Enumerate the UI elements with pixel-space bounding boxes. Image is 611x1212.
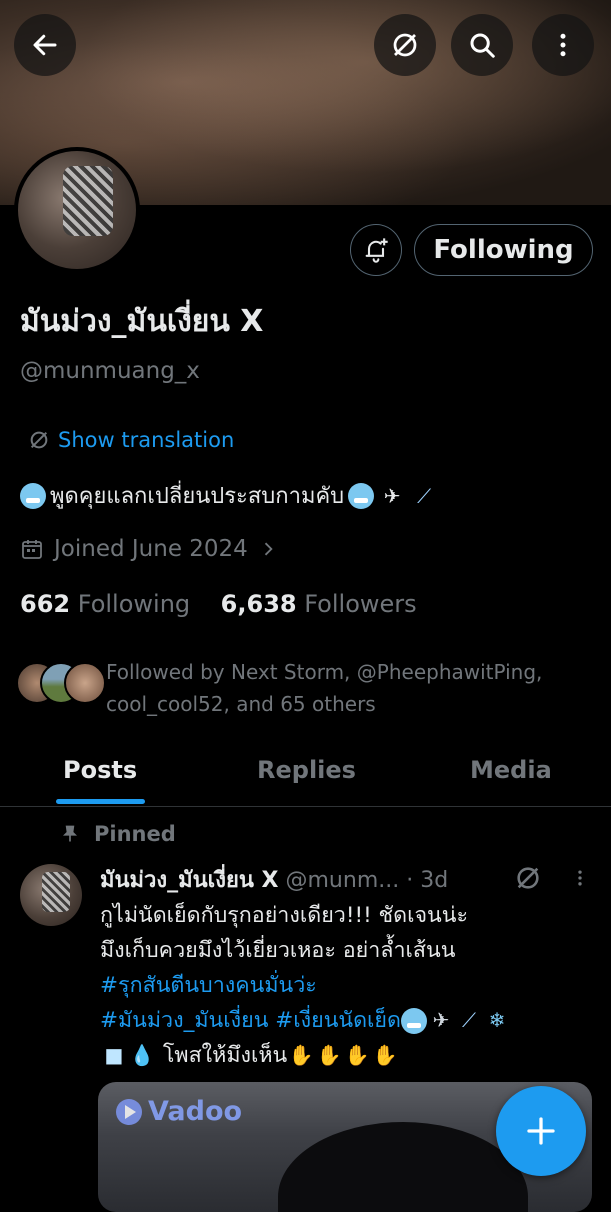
pinned-indicator: Pinned	[60, 822, 176, 846]
arrow-left-icon	[33, 34, 57, 56]
search-icon	[470, 33, 495, 58]
display-name: มันม่วง_มันเงี่ยน X	[20, 304, 264, 339]
notify-button[interactable]	[350, 224, 402, 276]
followers-stat[interactable]: 6,638 Followers	[221, 590, 417, 618]
followed-by[interactable]: Followed by Next Storm, @PheephawitPing,…	[16, 656, 586, 720]
media-figure	[278, 1122, 528, 1212]
following-button[interactable]: Following	[414, 224, 593, 276]
back-button[interactable]	[14, 14, 76, 76]
active-tab-indicator	[56, 799, 145, 804]
followers-label: Followers	[304, 590, 417, 618]
play-icon	[116, 1098, 142, 1125]
post-translate-button[interactable]	[514, 864, 542, 896]
airplane-emoji-icon: ✈	[383, 483, 401, 508]
show-translation-label: Show translation	[58, 428, 235, 452]
pinned-label: Pinned	[94, 822, 176, 846]
tab-media[interactable]: Media	[470, 756, 552, 784]
cold-face-emoji-icon	[400, 1008, 427, 1034]
bell-plus-icon	[365, 238, 388, 263]
translate-globe-icon	[30, 431, 48, 449]
post-line: โพสให้มึงเห็น	[162, 1043, 288, 1068]
tab-replies[interactable]: Replies	[257, 756, 356, 784]
ice-cube-emoji-icon: ■	[104, 1043, 124, 1067]
more-vertical-icon	[578, 870, 582, 886]
tab-posts[interactable]: Posts	[63, 756, 137, 784]
post-time: · 3d	[406, 868, 449, 893]
joined-label: Joined June 2024	[54, 536, 248, 562]
followed-by-text: Followed by Next Storm, @PheephawitPing,…	[106, 660, 543, 716]
hashtag-link[interactable]: #มันม่วง_มันเงี่ยน	[100, 1008, 268, 1033]
pin-icon	[62, 825, 78, 842]
media-watermark: Vadoo	[116, 1096, 242, 1127]
post-header: มันม่วง_มันเงี่ยน X @munm... · 3d	[100, 862, 540, 897]
joined-date[interactable]: Joined June 2024	[20, 536, 278, 562]
clapping-hands-emoji-icon: ✋	[372, 1043, 398, 1067]
watermark-text: Vadoo	[148, 1096, 243, 1127]
compose-button[interactable]	[496, 1086, 586, 1176]
following-stat[interactable]: 662 Following	[20, 590, 190, 618]
sweat-droplets-emoji-icon: 💧	[129, 1043, 155, 1067]
post-author-handle[interactable]: @munm...	[286, 868, 400, 893]
hashtag-link[interactable]: #เงี่ยนนัดเย็ด	[275, 1008, 401, 1033]
search-button[interactable]	[451, 14, 513, 76]
hashtag-link[interactable]: #รุกสันตีนบางคนมั่นว่ะ	[100, 973, 317, 998]
clapping-hands-emoji-icon: ✋	[316, 1043, 342, 1067]
user-handle: @munmuang_x	[20, 358, 200, 384]
profile-bio: พูดคุยแลกเปลี่ยนประสบกามคับ ✈ ⟋	[20, 478, 438, 513]
snowflake-emoji-icon: ❄	[488, 1008, 506, 1032]
bio-text: พูดคุยแลกเปลี่ยนประสบกามคับ	[50, 484, 345, 509]
post-line: กูไม่นัดเย็ดกับรุกอย่างเดียว!!! ชัดเจนน่…	[100, 903, 468, 928]
followed-by-avatars	[16, 662, 106, 706]
post-text: กูไม่นัดเย็ดกับรุกอย่างเดียว!!! ชัดเจนน่…	[100, 898, 590, 1073]
follow-stats: 662 Following 6,638 Followers	[20, 590, 417, 618]
cold-face-emoji-icon	[348, 482, 375, 509]
chevron-right-icon	[264, 542, 273, 556]
clapping-hands-emoji-icon: ✋	[288, 1043, 314, 1067]
syringe-emoji-icon: ⟋	[417, 483, 432, 508]
post-author-name[interactable]: มันม่วง_มันเงี่ยน X	[100, 868, 279, 893]
translate-button[interactable]	[374, 14, 436, 76]
followers-count: 6,638	[220, 590, 297, 618]
syringe-emoji-icon: ⟋	[461, 1008, 476, 1032]
cold-face-emoji-icon	[20, 482, 46, 509]
show-translation-link[interactable]: Show translation	[28, 428, 234, 452]
profile-tabs: Posts Replies Media	[0, 740, 611, 807]
more-vertical-icon	[560, 33, 566, 57]
clapping-hands-emoji-icon: ✋	[344, 1043, 370, 1067]
translate-globe-icon	[517, 867, 539, 889]
following-count: 662	[20, 590, 71, 618]
more-options-button[interactable]	[532, 14, 594, 76]
post-author-avatar[interactable]	[20, 864, 82, 926]
plus-icon	[527, 1117, 555, 1145]
post-more-button[interactable]	[570, 866, 590, 894]
airplane-emoji-icon: ✈	[432, 1008, 450, 1032]
post-line: มึงเก็บควยมึงไว้เยี่ยวเหอะ อย่าล้ำเส้นน	[100, 938, 456, 963]
following-label: Following	[77, 590, 191, 618]
calendar-icon	[22, 540, 42, 559]
avatar	[64, 662, 106, 704]
profile-avatar[interactable]	[14, 147, 140, 273]
translate-globe-icon	[393, 33, 417, 57]
